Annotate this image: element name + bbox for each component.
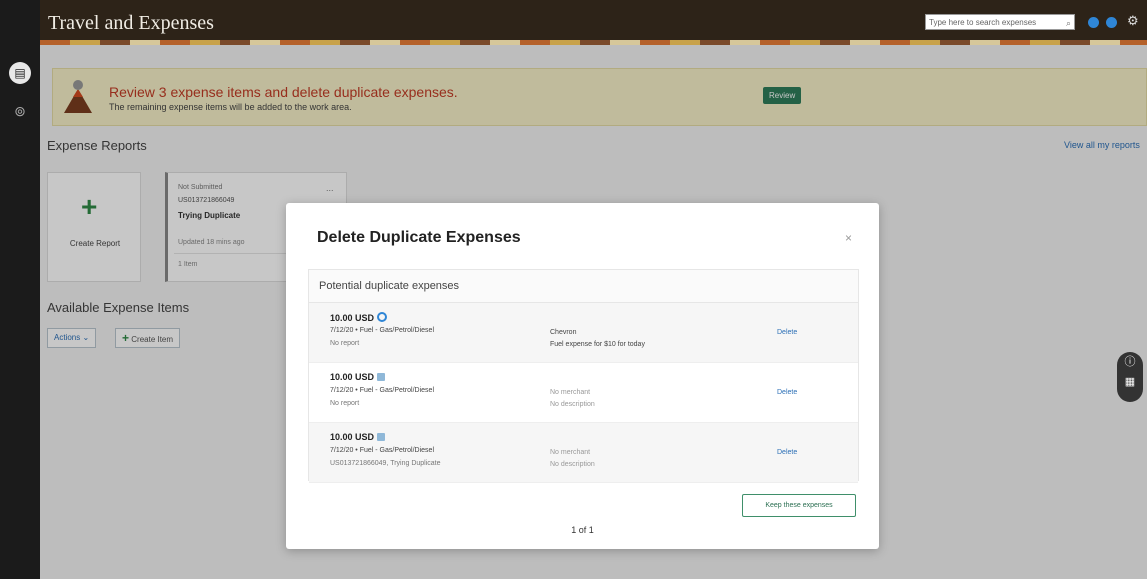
expense-description: Fuel expense for $10 for today bbox=[550, 341, 645, 348]
expense-report: US013721866049, Trying Duplicate bbox=[330, 460, 441, 467]
expense-date-type: 7/12/20 • Fuel - Gas/Petrol/Diesel bbox=[330, 327, 434, 334]
page-title: Travel and Expenses bbox=[48, 12, 214, 34]
duplicate-list: Potential duplicate expenses 10.00 USD 7… bbox=[308, 269, 859, 483]
help-icon[interactable] bbox=[1106, 17, 1117, 28]
list-item: 10.00 USD 7/12/20 • Fuel - Gas/Petrol/Di… bbox=[309, 423, 858, 483]
delete-link[interactable]: Delete bbox=[777, 449, 797, 456]
search-input[interactable]: Type here to search expenses ⌕ bbox=[925, 14, 1075, 30]
delete-duplicates-dialog: Delete Duplicate Expenses × Potential du… bbox=[286, 203, 879, 549]
amount-text: 10.00 USD bbox=[330, 372, 375, 382]
notifications-icon[interactable] bbox=[1088, 17, 1099, 28]
search-icon[interactable]: ⌕ bbox=[1066, 15, 1071, 31]
delete-link[interactable]: Delete bbox=[777, 389, 797, 396]
circle-icon bbox=[377, 312, 388, 322]
amount-text: 10.00 USD bbox=[330, 313, 375, 323]
amount-text: 10.00 USD bbox=[330, 432, 375, 442]
pagination: 1 of 1 bbox=[571, 525, 594, 535]
wallet-icon[interactable]: ▤ bbox=[9, 62, 31, 84]
expense-merchant: No merchant bbox=[550, 449, 591, 456]
expense-report: No report bbox=[330, 400, 360, 407]
expense-report: No report bbox=[330, 340, 360, 347]
duplicate-list-header: Potential duplicate expenses bbox=[309, 270, 858, 303]
help-widget-icon[interactable]: ⓘ ▦ bbox=[1117, 352, 1143, 402]
expense-amount: 10.00 USD bbox=[330, 372, 386, 382]
dialog-title: Delete Duplicate Expenses bbox=[317, 229, 521, 246]
close-icon[interactable]: × bbox=[845, 231, 852, 245]
car-icon[interactable]: ⊚ bbox=[9, 100, 31, 122]
delete-link[interactable]: Delete bbox=[777, 329, 797, 336]
gear-icon[interactable]: ⚙ bbox=[1127, 13, 1139, 29]
list-item: 10.00 USD 7/12/20 • Fuel - Gas/Petrol/Di… bbox=[309, 303, 858, 363]
expense-amount: 10.00 USD bbox=[330, 432, 386, 442]
expense-amount: 10.00 USD bbox=[330, 312, 388, 323]
expense-merchant: No merchant bbox=[550, 389, 591, 396]
expense-description: No description bbox=[550, 401, 595, 408]
expense-description: No description bbox=[550, 461, 595, 468]
left-rail: ▤ ⊚ bbox=[0, 0, 40, 579]
card-icon bbox=[377, 373, 386, 381]
search-placeholder: Type here to search expenses bbox=[929, 18, 1037, 27]
card-icon bbox=[377, 433, 386, 441]
expense-date-type: 7/12/20 • Fuel - Gas/Petrol/Diesel bbox=[330, 447, 434, 454]
expense-date-type: 7/12/20 • Fuel - Gas/Petrol/Diesel bbox=[330, 387, 434, 394]
list-item: 10.00 USD 7/12/20 • Fuel - Gas/Petrol/Di… bbox=[309, 363, 858, 423]
keep-expenses-button[interactable]: Keep these expenses bbox=[742, 494, 856, 517]
expense-merchant: Chevron bbox=[550, 329, 577, 336]
